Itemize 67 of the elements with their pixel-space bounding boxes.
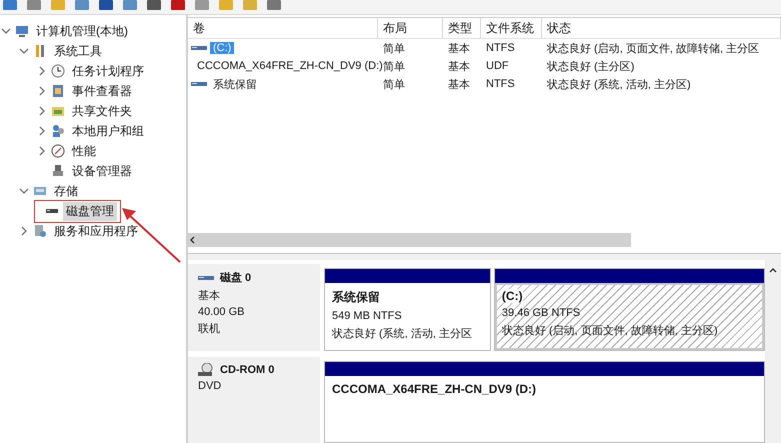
tree-item[interactable]: 本地用户和组 [69,122,147,140]
column-header[interactable]: 类型 [443,18,481,38]
tree-item[interactable]: 事件查看器 [69,82,135,100]
table-cell-text: 状态良好 (系统, 活动, 主分区) [546,78,691,92]
column-header[interactable]: 布局 [378,18,443,38]
partition-block[interactable]: (C:) 39.46 GB NTFS 状态良好 (启动, 页面文件, 故障转储, 主分区) [494,283,764,350]
toolbar-icon[interactable] [26,0,42,11]
disk-detail: DVD [198,380,222,392]
horizontal-scrollbar[interactable] [188,233,631,247]
tree-item[interactable]: 计算机管理(本地) [33,22,131,40]
toolbar-icon[interactable] [146,0,162,11]
table-cell-text: 简单 [382,42,405,56]
partition-name: 系统保留 [332,289,380,306]
partition-detail: 549 MB NTFS [332,310,403,322]
disk-detail: 基本 [198,289,221,303]
storage-icon [33,184,47,198]
tree-item[interactable]: 系统工具 [51,42,105,60]
partition-detail: 状态良好 (启动, 页面文件, 故障转储, 主分区) [502,324,719,338]
drive-icon [191,44,207,52]
tree-item[interactable]: 任务计划程序 [69,62,147,80]
table-cell-text: 状态良好 (主分区) [546,60,634,74]
tools-icon [33,44,47,58]
table-cell-text: 基本 [447,60,470,74]
table-cell-text: 简单 [382,78,405,92]
table-cell-text: 基本 [447,78,470,92]
table-cell-text: NTFS [485,42,515,54]
volume-name[interactable]: 系统保留 [210,76,260,92]
drive-icon [198,274,214,282]
vertical-scrollbar[interactable] [765,260,781,443]
toolbar-icon[interactable] [74,0,90,11]
column-header[interactable]: 卷 [188,18,378,38]
partition-name: CCCOMA_X64FRE_ZH-CN_DV9 (D:) [332,382,536,396]
services-icon [33,224,47,238]
disk-detail: 40.00 GB [198,306,246,318]
disk-name: CD-ROM 0 [220,364,274,376]
disk-detail: 联机 [198,322,221,336]
tree-item[interactable]: 磁盘管理 [63,202,117,220]
tree-item[interactable]: 存储 [51,182,81,200]
tree-item[interactable]: 服务和应用程序 [51,222,141,240]
computer-icon [15,24,29,38]
table-cell-text: UDF [485,60,509,72]
device-icon [51,164,65,178]
toolbar-icon[interactable] [122,0,138,11]
partition-detail: 39.46 GB NTFS [502,307,582,319]
users-icon [51,124,65,138]
tree-item[interactable]: 共享文件夹 [69,102,135,120]
gauge-icon [51,144,65,158]
partition-name: (C:) [502,289,523,303]
disk-name: 磁盘 0 [220,271,252,285]
table-cell-text: 状态良好 (启动, 页面文件, 故障转储, 主分区 [546,42,760,56]
toolbar-icon[interactable] [170,0,186,11]
column-header[interactable]: 文件系统 [481,18,542,38]
drive-icon [191,80,207,88]
log-icon [51,84,65,98]
disc-drive-icon [198,362,214,376]
toolbar-icon[interactable] [2,0,18,11]
table-cell-text: NTFS [485,78,515,90]
column-header[interactable]: 状态 [542,18,781,38]
tree-item[interactable]: 性能 [69,142,99,160]
toolbar-icon[interactable] [266,0,282,11]
tree-item[interactable]: 设备管理器 [69,162,135,180]
scroll-up-icon[interactable] [768,266,778,274]
shared-folder-icon [51,104,65,118]
partition-detail: 状态良好 (系统, 活动, 主分区 [332,326,473,341]
clock-icon [51,64,65,78]
toolbar-icon[interactable] [98,0,114,11]
table-cell-text: 基本 [447,42,470,56]
